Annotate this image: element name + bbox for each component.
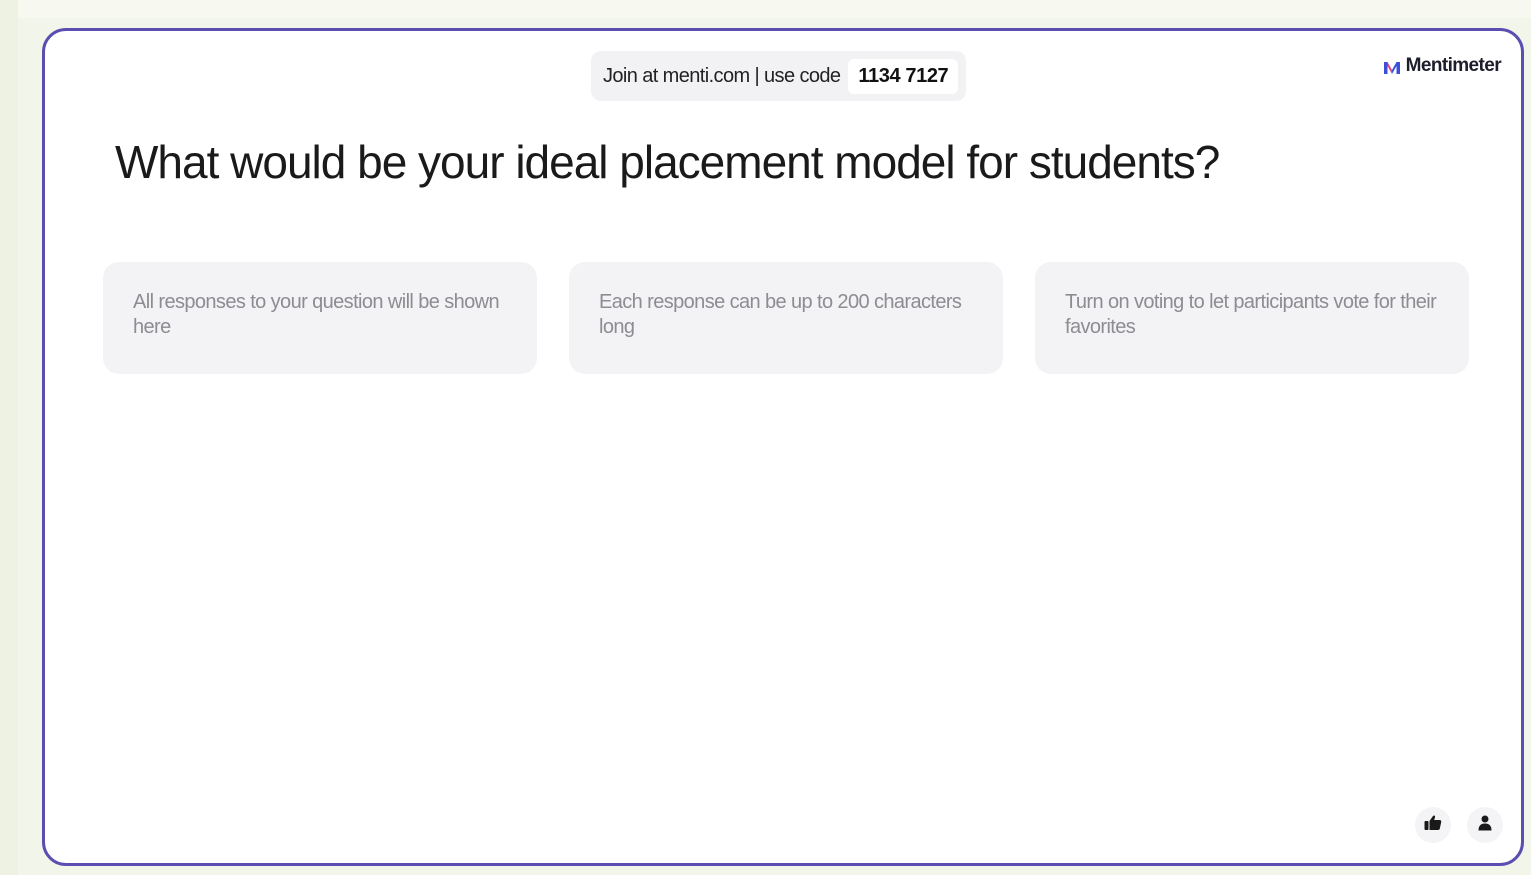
mentimeter-logo-icon bbox=[1383, 59, 1400, 74]
placeholder-card: Each response can be up to 200 character… bbox=[569, 262, 1003, 374]
participants-button[interactable] bbox=[1467, 807, 1503, 843]
placeholder-card: Turn on voting to let participants vote … bbox=[1035, 262, 1469, 374]
join-instructions-bar: Join at menti.com | use code 1134 7127 bbox=[591, 51, 967, 101]
slide-controls bbox=[1415, 807, 1503, 843]
brand-name: Mentimeter bbox=[1405, 55, 1502, 76]
response-placeholder-cards: All responses to your question will be s… bbox=[103, 262, 1469, 374]
thumbs-up-icon bbox=[1424, 814, 1442, 836]
window-top-edge bbox=[0, 0, 1531, 18]
presentation-slide: Join at menti.com | use code 1134 7127 M… bbox=[42, 28, 1524, 866]
reactions-button[interactable] bbox=[1415, 807, 1451, 843]
join-instructions-text: Join at menti.com | use code bbox=[603, 64, 841, 87]
window-left-edge bbox=[0, 0, 18, 875]
mentimeter-brand: Mentimeter bbox=[1383, 55, 1502, 77]
person-icon bbox=[1478, 815, 1492, 836]
question-title: What would be your ideal placement model… bbox=[115, 136, 1220, 188]
join-code: 1134 7127 bbox=[848, 58, 959, 94]
placeholder-card: All responses to your question will be s… bbox=[103, 262, 537, 374]
